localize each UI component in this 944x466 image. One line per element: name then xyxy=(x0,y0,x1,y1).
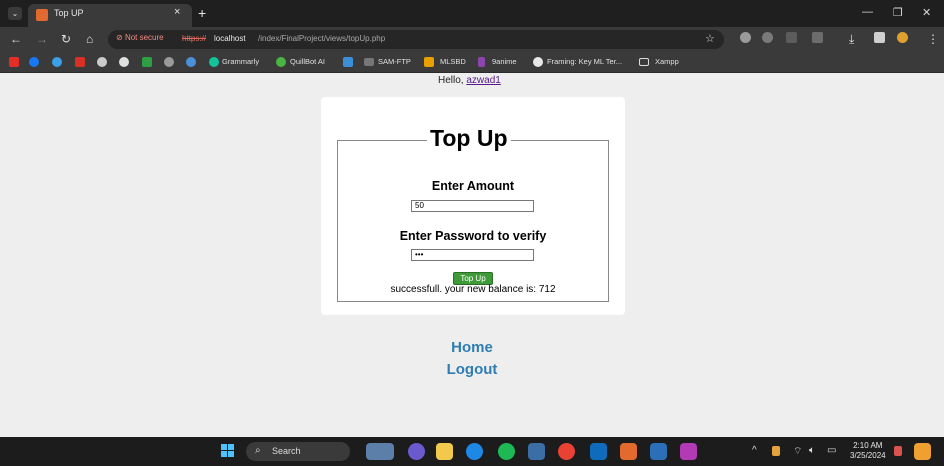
folder-icon xyxy=(364,58,374,66)
google-icon[interactable] xyxy=(533,57,543,67)
not-secure-label: Not secure xyxy=(124,33,164,42)
grammarly-icon[interactable] xyxy=(209,57,219,67)
back-button[interactable]: ← xyxy=(10,32,22,46)
app-icon[interactable] xyxy=(680,443,697,460)
xampp-favicon-icon xyxy=(36,9,48,21)
clock-date: 3/25/2024 xyxy=(850,451,886,460)
url-scheme: https:// xyxy=(182,34,207,43)
search-label: Search xyxy=(272,446,301,456)
amount-label: Enter Amount xyxy=(431,179,515,193)
search-highlight-icon[interactable] xyxy=(366,443,394,460)
file-explorer-icon[interactable] xyxy=(436,443,453,460)
result-message: successfull. your new balance is: 712 xyxy=(390,284,556,295)
bookmarks-bar: Grammarly QuillBot AI SAM-FTP MLSBD 9ani… xyxy=(0,52,944,73)
search-icon: ⌕ xyxy=(255,445,261,456)
onedrive-icon[interactable] xyxy=(186,57,196,67)
password-label: Enter Password to verify xyxy=(399,229,547,243)
browser-tab-bar: ⌄ Top UP × + — ❐ ✕ xyxy=(0,0,944,27)
clock-time: 2:10 AM xyxy=(853,441,883,450)
bookmark-9anime[interactable]: 9anime xyxy=(492,57,517,66)
bookmark-star-icon[interactable]: ☆ xyxy=(705,32,715,45)
outlook-icon[interactable] xyxy=(590,443,607,460)
restore-button[interactable]: ❐ xyxy=(893,6,903,19)
discord-icon[interactable] xyxy=(408,443,425,460)
warning-icon: ⊘ xyxy=(116,33,125,42)
tray-app-icon[interactable] xyxy=(772,446,780,456)
xampp-icon[interactable] xyxy=(620,443,637,460)
volume-icon[interactable]: 🔈︎ xyxy=(809,445,815,456)
bookmark-icon[interactable] xyxy=(142,57,152,67)
form-title: Top Up xyxy=(427,125,511,152)
close-window-button[interactable]: ✕ xyxy=(922,6,931,19)
topup-card: Top Up Enter Amount 50 Enter Password to… xyxy=(321,97,625,315)
clock[interactable]: 2:10 AM 3/25/2024 xyxy=(850,441,886,461)
bookmark-xampp[interactable]: Xampp xyxy=(655,57,679,66)
bookmark-icon[interactable] xyxy=(52,57,62,67)
browser-tab[interactable]: Top UP × xyxy=(28,4,192,27)
chrome-icon[interactable] xyxy=(558,443,575,460)
spotify-icon[interactable] xyxy=(498,443,515,460)
taskbar: ⌕ Search ^ ⌔ 🔈︎ ▭ 2:10 AM 3/25/2024 xyxy=(0,437,944,466)
widgets-icon[interactable] xyxy=(914,443,931,460)
wifi-icon[interactable]: ⌔ xyxy=(793,445,802,458)
reload-button[interactable]: ↻ xyxy=(61,32,71,46)
bookmark-icon[interactable] xyxy=(164,57,174,67)
profile-avatar[interactable] xyxy=(897,32,908,43)
security-indicator[interactable]: ⊘ Not secure xyxy=(116,33,164,42)
facebook-icon[interactable] xyxy=(29,57,39,67)
new-tab-button[interactable]: + xyxy=(198,5,206,21)
bookmark-framing[interactable]: Framing: Key ML Ter... xyxy=(547,57,622,66)
extension-icon[interactable] xyxy=(786,32,797,43)
side-panel-icon[interactable] xyxy=(874,32,885,43)
bookmark-quillbot[interactable]: QuillBot AI xyxy=(290,57,325,66)
mlsbd-icon[interactable] xyxy=(424,57,434,67)
9anime-icon[interactable] xyxy=(478,57,485,67)
gmail-icon[interactable] xyxy=(75,57,85,67)
quillbot-icon[interactable] xyxy=(276,57,286,67)
extensions-puzzle-icon[interactable] xyxy=(812,32,823,43)
home-button[interactable]: ⌂ xyxy=(86,32,93,46)
tray-chevron-icon[interactable]: ^ xyxy=(752,445,757,456)
selenium-icon[interactable] xyxy=(650,443,667,460)
extension-icon[interactable] xyxy=(740,32,751,43)
greeting-label: Hello, xyxy=(438,75,464,86)
browser-menu-icon[interactable]: ⋮ xyxy=(927,32,939,46)
amount-input[interactable]: 50 xyxy=(411,200,534,212)
tab-close-icon[interactable]: × xyxy=(174,6,180,18)
page-content: Hello, azwad1 Top Up Enter Amount 50 Ent… xyxy=(0,73,944,437)
username-link[interactable]: azwad1 xyxy=(466,75,500,86)
taskbar-search[interactable]: ⌕ Search xyxy=(246,442,350,461)
url-path: /index/FinalProject/views/topUp.php xyxy=(258,34,386,43)
browser-toolbar: ← → ↻ ⌂ ⊘ Not secure https:// localhost … xyxy=(0,27,944,52)
greeting: Hello, azwad1 xyxy=(438,75,501,86)
bookmark-icon[interactable] xyxy=(343,57,353,67)
minimize-button[interactable]: — xyxy=(862,6,873,18)
bookmark-grammarly[interactable]: Grammarly xyxy=(222,57,259,66)
battery-icon[interactable]: ▭ xyxy=(827,445,836,456)
logout-link-text[interactable]: Logout xyxy=(447,361,498,378)
github-icon[interactable] xyxy=(119,57,129,67)
home-link: Home xyxy=(0,339,944,356)
url-host: localhost xyxy=(214,34,246,43)
password-input[interactable]: ••• xyxy=(411,249,534,261)
folder-icon xyxy=(639,58,649,66)
logout-link: Logout xyxy=(0,361,944,378)
tab-title: Top UP xyxy=(54,8,84,18)
forward-button[interactable]: → xyxy=(36,32,48,46)
youtube-icon[interactable] xyxy=(9,57,19,67)
extension-icon[interactable] xyxy=(762,32,773,43)
notepad-icon[interactable] xyxy=(528,443,545,460)
download-icon[interactable]: ⤓ xyxy=(849,32,854,47)
edge-icon[interactable] xyxy=(466,443,483,460)
bookmark-mlsbd[interactable]: MLSBD xyxy=(440,57,466,66)
tab-search-button[interactable]: ⌄ xyxy=(8,7,22,20)
address-bar[interactable]: ⊘ Not secure https:// localhost /index/F… xyxy=(108,30,724,49)
home-link-text[interactable]: Home xyxy=(451,339,493,356)
bookmark-icon[interactable] xyxy=(97,57,107,67)
windows-start-icon[interactable] xyxy=(221,444,235,458)
notification-bell-icon[interactable] xyxy=(894,446,902,456)
bookmark-sam-ftp[interactable]: SAM-FTP xyxy=(378,57,411,66)
